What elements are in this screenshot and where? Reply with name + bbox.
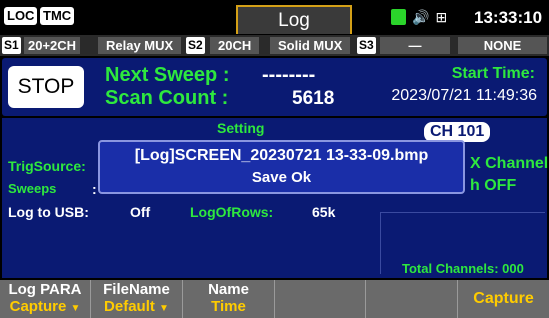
- start-time-label: Start Time:: [451, 65, 535, 82]
- slot-3-module: NONE: [458, 37, 547, 54]
- log-to-usb-label: Log to USB:: [8, 204, 89, 220]
- next-sweep-value: --------: [262, 64, 316, 86]
- softkey-name-value: Time: [211, 298, 246, 315]
- network-icon: ⊞: [435, 8, 448, 25]
- scan-count-label: Scan Count :: [105, 87, 229, 109]
- sweeps-colon: :: [92, 181, 97, 197]
- battery-icon: [391, 9, 406, 25]
- slot-2-module: Solid MUX: [270, 37, 351, 54]
- slot-1-module: Relay MUX: [98, 37, 182, 54]
- loc-indicator: LOC: [4, 7, 38, 25]
- softkey-filename[interactable]: FileName Default ▼: [91, 280, 183, 318]
- slot-1-config: 20+2CH: [24, 37, 81, 54]
- channel-badge: CH 101: [424, 122, 491, 142]
- softkey-empty-4[interactable]: [275, 280, 366, 318]
- slot-bar: S1 20+2CH Relay MUX S2 20CH Solid MUX S3…: [0, 35, 549, 56]
- softkey-capture-label: Capture: [473, 290, 534, 307]
- stop-button[interactable]: STOP: [8, 66, 84, 108]
- clock: 13:33:10: [474, 8, 543, 27]
- scan-status-panel: STOP Next Sweep : -------- Scan Count : …: [2, 58, 547, 116]
- log-of-rows-label: LogOfRows:: [190, 204, 274, 220]
- chevron-down-icon: ▼: [159, 303, 169, 314]
- speaker-icon: 🔊: [412, 8, 430, 25]
- tab-log[interactable]: Log: [236, 5, 352, 34]
- next-sweep-label: Next Sweep :: [105, 64, 230, 86]
- softkey-empty-5[interactable]: [366, 280, 458, 318]
- softkey-log-para-value: Capture: [9, 298, 67, 315]
- save-notification-popup: [Log]SCREEN_20230721 13-33-09.bmp Save O…: [98, 140, 465, 194]
- softkey-filename-title: FileName: [103, 281, 170, 298]
- status-icons: 🔊 ⊞: [391, 7, 447, 27]
- slot-3-number: S3: [357, 37, 376, 54]
- softkey-log-para[interactable]: Log PARA Capture ▼: [0, 280, 91, 318]
- status-bar: LOC TMC Log 🔊 ⊞ 13:33:10: [0, 0, 549, 34]
- section-divider: [380, 212, 545, 213]
- softkey-filename-value: Default: [104, 298, 155, 315]
- section-vdivider: [380, 212, 381, 274]
- log-to-usb-value: Off: [130, 204, 151, 220]
- slot-2-config: 20CH: [210, 37, 260, 54]
- log-of-rows-value: 65k: [312, 204, 336, 220]
- scan-count-value: 5618: [292, 88, 335, 109]
- h-off-label: h OFF: [470, 177, 517, 194]
- tmc-indicator: TMC: [40, 7, 75, 25]
- slot-3-config: —: [380, 37, 450, 54]
- softkey-name[interactable]: Name Time: [183, 280, 275, 318]
- softkey-log-para-title: Log PARA: [8, 281, 82, 298]
- total-channels: Total Channels: 000: [402, 261, 524, 276]
- slot-2-number: S2: [186, 37, 205, 54]
- start-time-value: 2023/07/21 11:49:36: [391, 87, 537, 104]
- softkey-bar: Log PARA Capture ▼ FileName Default ▼ Na…: [0, 280, 549, 318]
- trig-source-label: TrigSource:: [8, 158, 86, 174]
- chevron-down-icon: ▼: [70, 303, 81, 314]
- softkey-name-title: Name: [208, 281, 249, 298]
- x-channel-label: X Channel: [470, 155, 549, 172]
- setting-heading: Setting: [217, 120, 265, 136]
- slot-1-number: S1: [2, 37, 21, 54]
- popup-filename: [Log]SCREEN_20230721 13-33-09.bmp: [134, 147, 429, 164]
- sweeps-label: Sweeps: [8, 181, 57, 196]
- popup-status: Save Ok: [251, 169, 312, 186]
- softkey-capture[interactable]: Capture: [458, 280, 549, 318]
